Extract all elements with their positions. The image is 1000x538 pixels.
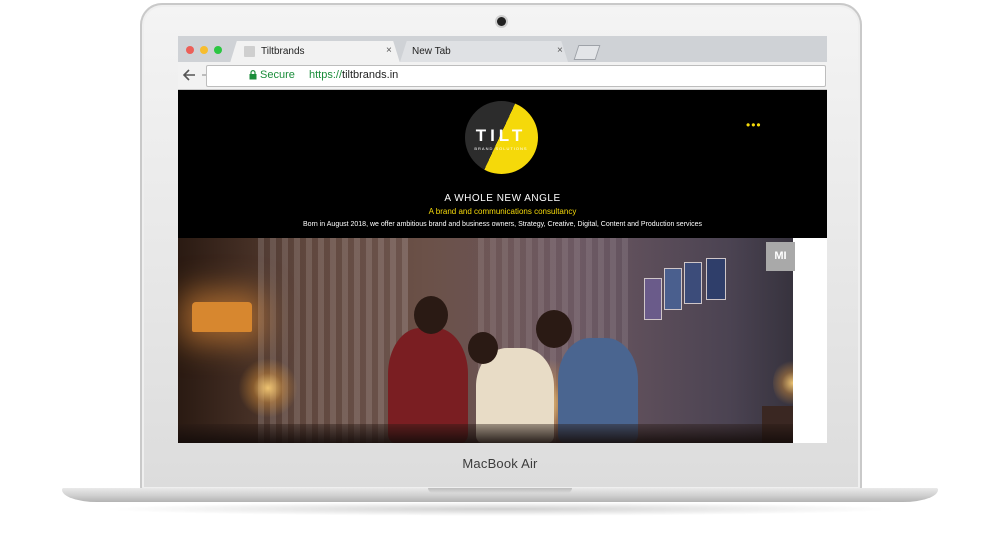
person-head xyxy=(468,332,498,364)
person-head xyxy=(536,310,572,348)
hero-video[interactable]: MI xyxy=(178,238,827,443)
page-tagline: A brand and communications consultancy xyxy=(428,207,577,216)
screen: Tiltbrands × New Tab × Secure https://ti… xyxy=(178,36,827,443)
logo-text: TILT xyxy=(475,126,527,145)
tab-close-icon[interactable]: × xyxy=(557,45,563,56)
lamp xyxy=(192,302,252,332)
webcam xyxy=(497,17,506,26)
laptop-base-notch xyxy=(428,488,572,493)
url-host: tiltbrands.in xyxy=(342,69,399,81)
tab-close-icon[interactable]: × xyxy=(386,45,392,56)
menu-icon[interactable]: ••• xyxy=(746,118,762,132)
wall-poster xyxy=(706,258,726,300)
tab-title-new-tab: New Tab xyxy=(412,46,451,57)
wall-poster xyxy=(664,268,682,310)
hero-right-edge xyxy=(793,238,827,443)
url-scheme: https:// xyxy=(309,69,343,81)
tab-tiltbrands[interactable] xyxy=(230,41,400,63)
laptop-shadow xyxy=(100,502,900,516)
security-label: Secure xyxy=(260,69,295,81)
url-text[interactable]: https://tiltbrands.in xyxy=(309,69,398,81)
tab-title-tiltbrands: Tiltbrands xyxy=(261,46,305,57)
mi-logo-badge: MI xyxy=(766,242,795,271)
device-label: MacBook Air xyxy=(462,456,538,471)
floor xyxy=(178,424,827,443)
arrow-left-icon[interactable] xyxy=(183,69,196,81)
lock-icon xyxy=(249,70,257,80)
minimize-window-button[interactable] xyxy=(200,46,208,54)
address-bar[interactable] xyxy=(206,65,826,87)
logo-subtext: BRAND SOLUTIONS xyxy=(474,146,528,151)
favicon-icon xyxy=(244,46,255,57)
maximize-window-button[interactable] xyxy=(214,46,222,54)
candle-glow xyxy=(238,358,298,418)
person-head xyxy=(414,296,448,334)
web-page: TILT BRAND SOLUTIONS ••• A WHOLE NEW ANG… xyxy=(178,90,827,443)
page-headline: A WHOLE NEW ANGLE xyxy=(444,193,561,204)
wall-poster xyxy=(644,278,662,320)
close-window-button[interactable] xyxy=(186,46,194,54)
page-description: Born in August 2018, we offer ambitious … xyxy=(303,221,702,228)
wall-poster xyxy=(684,262,702,304)
